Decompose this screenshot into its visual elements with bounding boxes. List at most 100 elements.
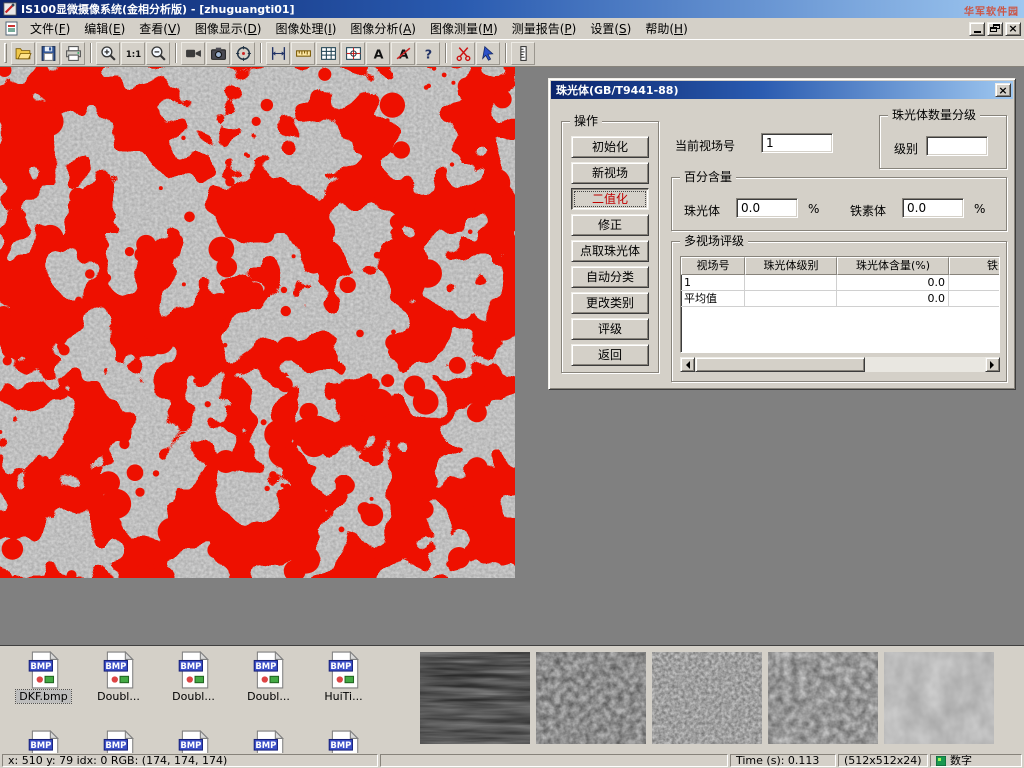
scroll-left-button[interactable] [680,357,695,372]
menu-item-1[interactable]: 编辑(E) [77,17,132,40]
op-button-5[interactable]: 自动分类 [571,266,649,288]
toolbar-grip[interactable] [4,43,7,63]
level-label: 级别 [894,140,918,157]
menu-item-3[interactable]: 图像显示(D) [188,17,269,40]
scroll-thumb[interactable] [695,357,865,372]
op-button-2[interactable]: 二值化 [571,188,649,210]
mode-indicator: 数字 [930,754,1022,767]
zoom-out-button[interactable] [146,42,170,65]
op-button-3[interactable]: 修正 [571,214,649,236]
video-button[interactable] [181,42,205,65]
table-row[interactable]: 10.0 [681,275,999,291]
toolbar-separator [445,43,447,63]
camera-icon [210,45,227,62]
one-to-one-button[interactable]: 1:1 [121,42,145,65]
menu-item-8[interactable]: 设置(S) [583,17,638,40]
file-item[interactable]: BMPDKF.bmp [6,651,81,703]
zoom-in-icon [100,45,117,62]
text-button[interactable]: A [366,42,390,65]
file-item-partial[interactable]: BMP [81,730,156,753]
toolbar-separator [260,43,262,63]
svg-text:A: A [398,47,408,62]
open-button[interactable] [11,42,35,65]
ferrite-percent-input[interactable]: 0.0 [902,198,964,218]
caliper-button[interactable] [266,42,290,65]
menu-item-9[interactable]: 帮助(H) [638,17,694,40]
ruler-v-button[interactable] [511,42,535,65]
cut-icon [455,45,472,62]
menu-item-6[interactable]: 图像测量(M) [423,17,505,40]
menu-item-4[interactable]: 图像处理(I) [268,17,343,40]
text-off-icon: A [395,45,412,62]
thumbnail-5[interactable] [884,652,994,744]
capture-button[interactable] [231,42,255,65]
op-button-6[interactable]: 更改类别 [571,292,649,314]
op-button-8[interactable]: 返回 [571,344,649,366]
op-button-0[interactable]: 初始化 [571,136,649,158]
op-button-4[interactable]: 点取珠光体 [571,240,649,262]
pearlite-dialog: 珠光体(GB/T9441-88) × 操作 初始化新视场二值化修正点取珠光体自动… [548,78,1016,390]
status-spacer [380,754,728,767]
table-cell [949,275,1000,291]
menu-item-0[interactable]: 文件(F) [23,17,77,40]
scroll-track[interactable] [695,357,985,372]
percent-group: 百分含量 珠光体 0.0 % 铁素体 0.0 % [671,177,1007,231]
text-off-button[interactable]: A [391,42,415,65]
mdi-minimize-button[interactable] [969,22,985,36]
ruler-icon [295,45,312,62]
thumbnail-strip [420,652,994,744]
pearlite-label: 珠光体 [684,202,720,219]
thumbnail-4[interactable] [768,652,878,744]
save-button[interactable] [36,42,60,65]
thumbnail-2[interactable] [536,652,646,744]
current-field-value: 1 [766,136,774,150]
menu-item-2[interactable]: 查看(V) [132,17,188,40]
image-size: (512x512x24) [838,754,928,767]
file-browser-panel: BMPDKF.bmpBMPDoubl...BMPDoubl...BMPDoubl… [0,645,1024,753]
grid-button[interactable] [316,42,340,65]
zoom-in-button[interactable] [96,42,120,65]
toolbar-separator [175,43,177,63]
pointer-button[interactable] [476,42,500,65]
current-field-input[interactable]: 1 [761,133,833,153]
file-item[interactable]: BMPDoubl... [156,651,231,703]
bmp-file-icon: BMP [177,730,211,753]
dialog-close-button[interactable]: × [995,83,1011,97]
help-button[interactable]: ? [416,42,440,65]
toolbar-separator [90,43,92,63]
bmp-file-icon: BMP [252,651,286,689]
level-input[interactable] [926,136,988,156]
cut-button[interactable] [451,42,475,65]
mdi-close-button[interactable]: × [1005,22,1021,36]
file-item[interactable]: BMPHuiTi... [306,651,381,703]
toolbar-separator [505,43,507,63]
ruler-button[interactable] [291,42,315,65]
mdi-restore-button[interactable] [987,22,1003,36]
menu-item-5[interactable]: 图像分析(A) [343,17,423,40]
table-hscrollbar[interactable] [680,357,1000,372]
camera-button[interactable] [206,42,230,65]
file-item[interactable]: BMPDoubl... [231,651,306,703]
print-button[interactable] [61,42,85,65]
file-item-partial[interactable]: BMP [306,730,381,753]
grid-cross-button[interactable] [341,42,365,65]
op-button-7[interactable]: 评级 [571,318,649,340]
file-item-partial[interactable]: BMP [6,730,81,753]
multifield-table[interactable]: 视场号珠光体级别珠光体含量(%)铁素体含量(%) 10.0平均值0.0 [680,256,1000,353]
op-button-1[interactable]: 新视场 [571,162,649,184]
thumbnail-3[interactable] [652,652,762,744]
dialog-title-bar[interactable]: 珠光体(GB/T9441-88) × [551,81,1013,99]
thumbnail-1[interactable] [420,652,530,744]
menu-item-7[interactable]: 测量报告(P) [505,17,584,40]
pearlite-percent-input[interactable]: 0.0 [736,198,798,218]
metallographic-image[interactable] [0,67,515,578]
file-item-partial[interactable]: BMP [156,730,231,753]
document-icon [4,21,20,37]
bmp-file-icon: BMP [327,651,361,689]
file-item-partial[interactable]: BMP [231,730,306,753]
file-item[interactable]: BMPDoubl... [81,651,156,703]
table-cell [745,275,837,291]
scroll-right-button[interactable] [985,357,1000,372]
table-row[interactable]: 平均值0.0 [681,291,999,307]
toolbar: 1:1 AA? [0,39,1024,67]
